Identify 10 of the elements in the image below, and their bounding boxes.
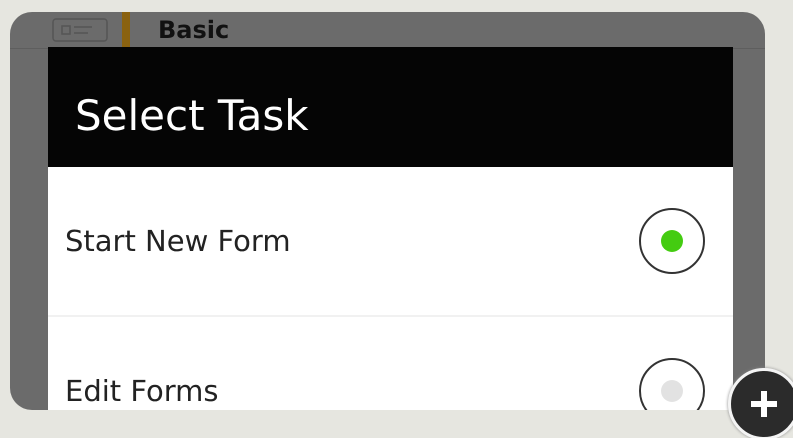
- dialog-title: Select Task: [75, 90, 309, 140]
- option-row[interactable]: Start New Form: [48, 167, 733, 317]
- option-label: Edit Forms: [65, 374, 219, 408]
- plus-icon: [749, 389, 779, 419]
- form-title: Basic: [158, 16, 230, 44]
- add-button[interactable]: [728, 368, 793, 438]
- option-label: Start New Form: [65, 224, 291, 258]
- radio-button[interactable]: [639, 358, 705, 410]
- option-row[interactable]: Edit Forms: [48, 317, 733, 410]
- status-bar-marker: [122, 12, 130, 48]
